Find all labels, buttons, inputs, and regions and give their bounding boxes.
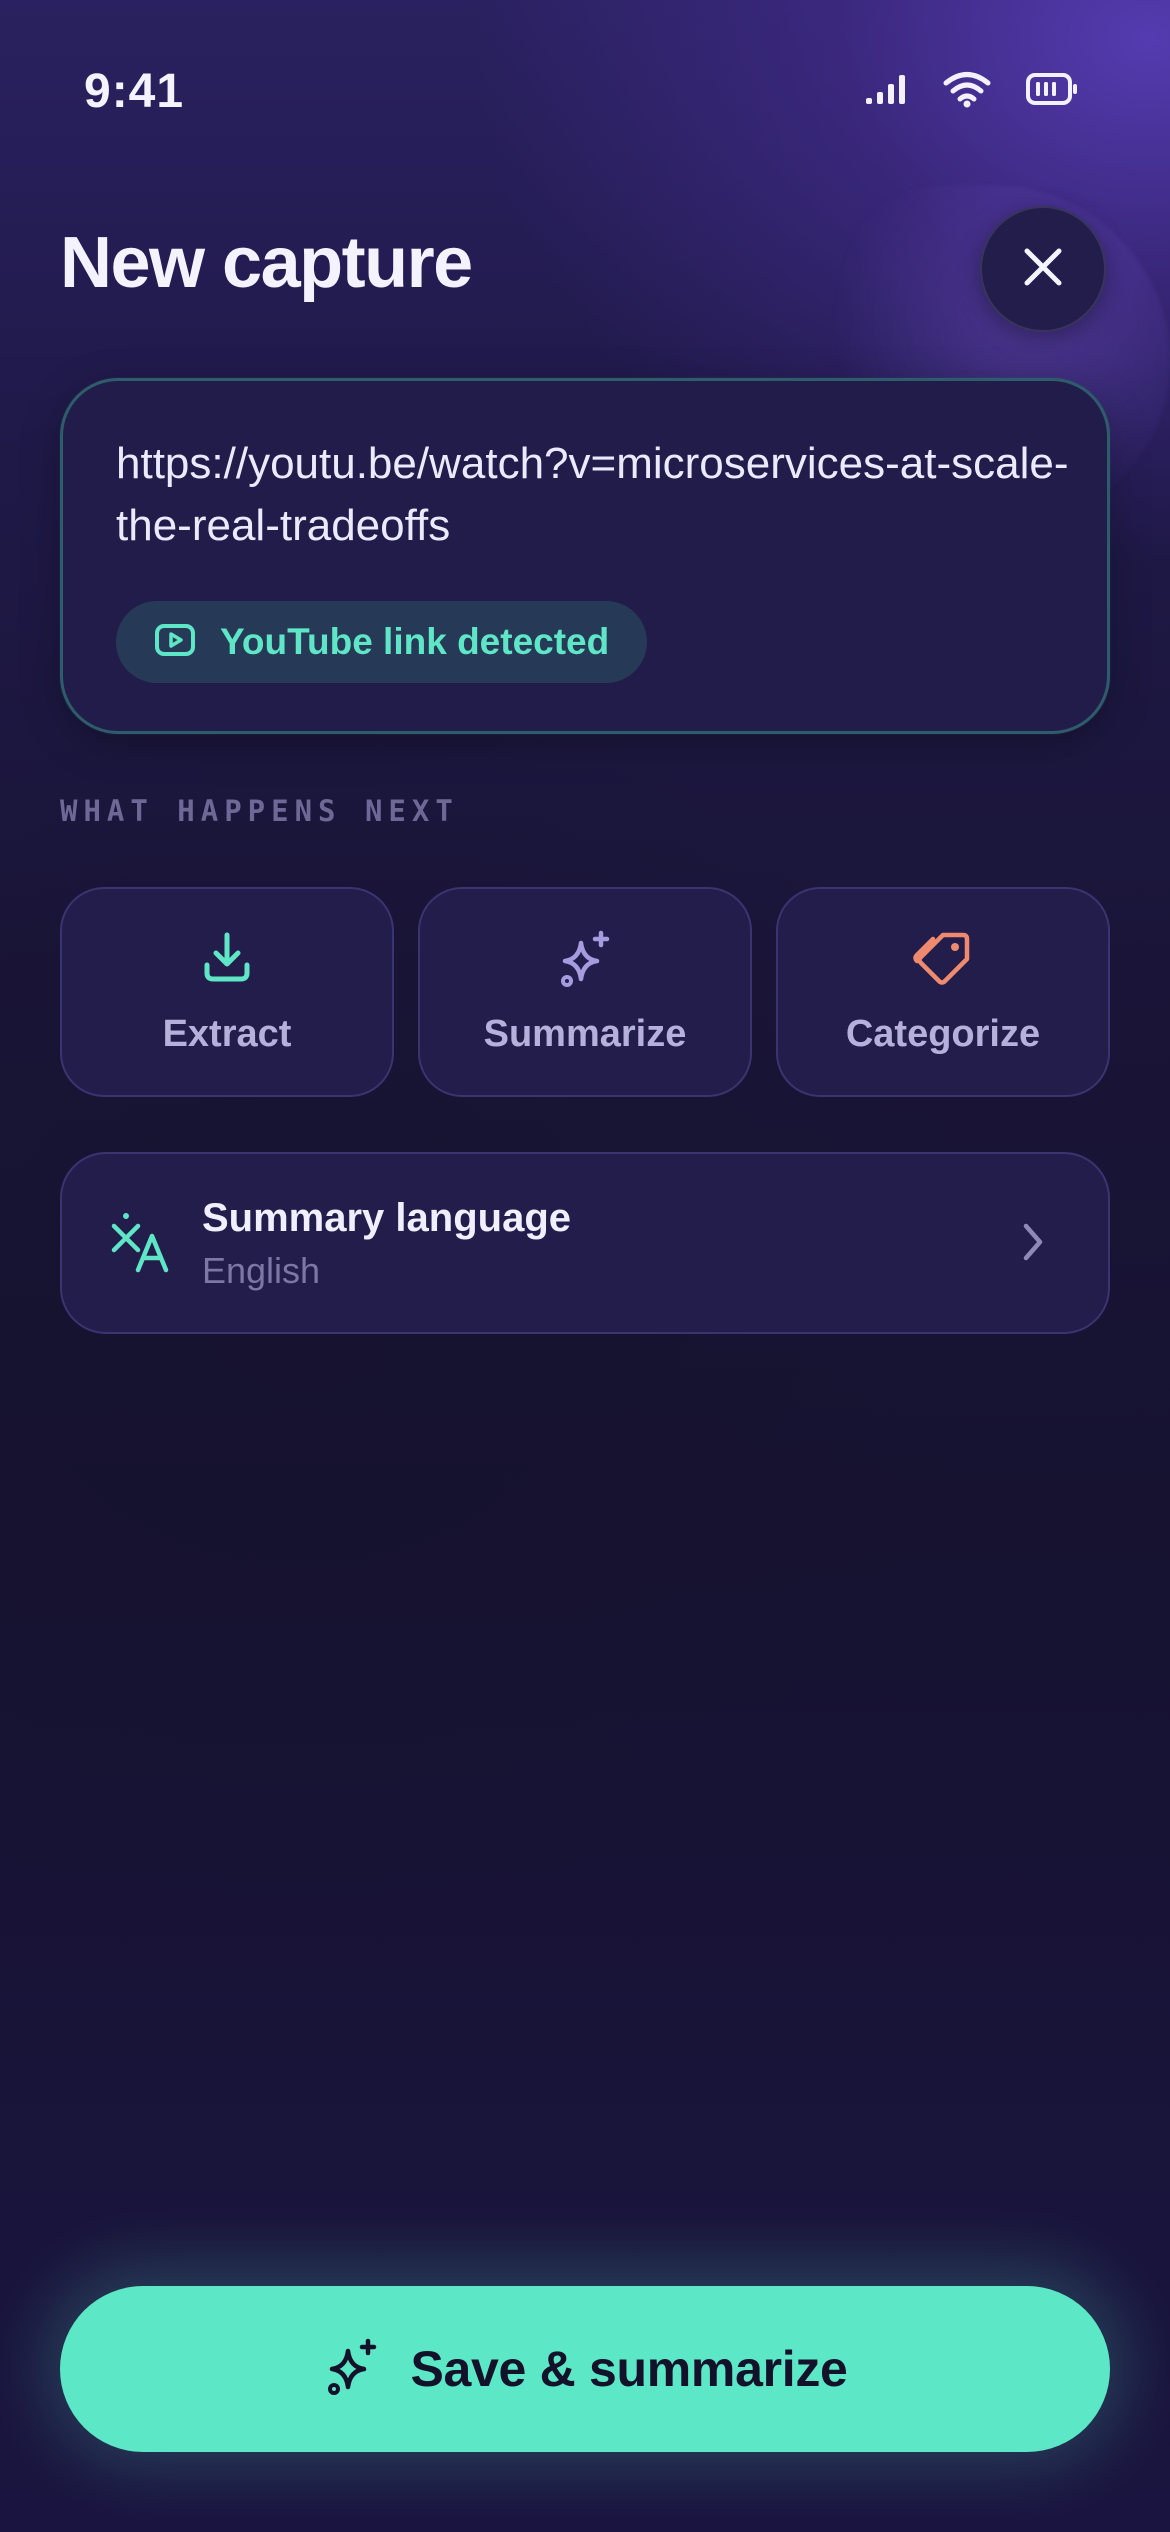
detection-label: YouTube link detected <box>220 621 610 662</box>
cta-label: Save & summarize <box>410 2341 848 2397</box>
cellular-signal-icon <box>864 72 908 106</box>
summary-language-title: Summary language <box>202 1196 572 1240</box>
tile-summarize[interactable]: Summarize <box>418 887 752 1097</box>
close-icon <box>1021 245 1065 294</box>
tags-icon <box>913 929 973 994</box>
section-label: WHAT HAPPENS NEXT <box>60 794 459 828</box>
summary-language-value: English <box>202 1250 321 1291</box>
sparkles-icon <box>555 929 615 994</box>
url-input-card[interactable]: https://youtu.be/watch?v=microservices-a… <box>60 378 1110 734</box>
action-tiles: Extract Summarize Categorize <box>60 887 1110 1097</box>
tile-label: Summarize <box>483 1013 687 1055</box>
detection-badge: YouTube link detected <box>116 601 648 683</box>
tile-categorize[interactable]: Categorize <box>776 887 1110 1097</box>
tile-label: Extract <box>162 1013 292 1055</box>
battery-icon <box>1026 72 1078 106</box>
save-and-summarize-button[interactable]: Save & summarize <box>60 2286 1110 2452</box>
summary-language-row[interactable]: Summary language English <box>60 1152 1110 1334</box>
tile-extract[interactable]: Extract <box>60 887 394 1097</box>
youtube-play-icon <box>154 623 196 662</box>
download-icon <box>199 929 255 990</box>
sparkles-icon <box>322 2337 382 2402</box>
status-time: 9:41 <box>84 65 185 118</box>
chevron-right-icon <box>1018 1220 1048 1269</box>
page-title: New capture <box>60 223 473 303</box>
status-icons <box>864 70 1078 108</box>
close-button[interactable] <box>980 206 1106 332</box>
status-bar: 9:41 <box>0 0 1170 190</box>
translate-icon <box>110 1212 170 1279</box>
url-field[interactable]: https://youtu.be/watch?v=microservices-a… <box>116 433 1076 557</box>
wifi-icon <box>942 70 992 108</box>
tile-label: Categorize <box>845 1013 1041 1055</box>
